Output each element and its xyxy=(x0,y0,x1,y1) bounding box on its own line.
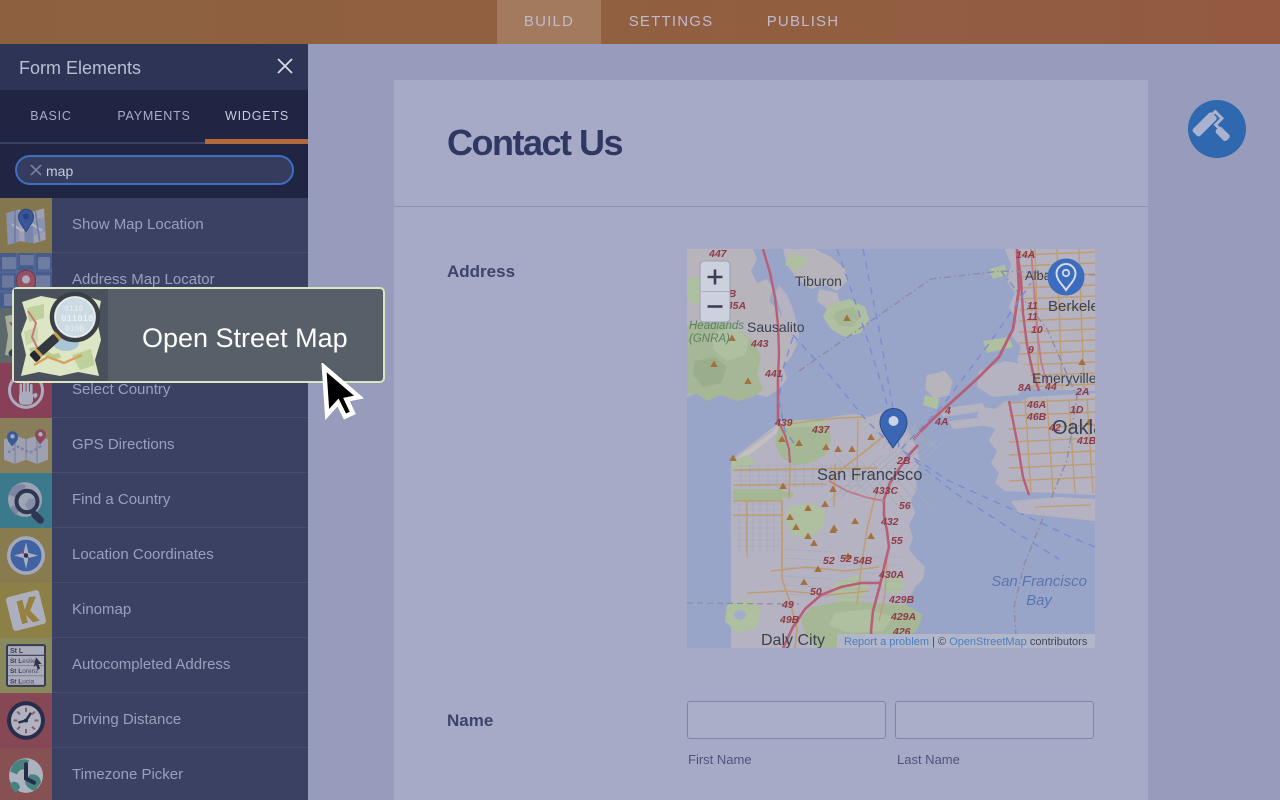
svg-text:443: 443 xyxy=(750,338,769,350)
svg-text:55: 55 xyxy=(891,535,903,547)
svg-text:52: 52 xyxy=(840,553,852,565)
svg-text:429A: 429A xyxy=(890,611,916,623)
svg-text:50: 50 xyxy=(810,586,822,598)
svg-text:8A: 8A xyxy=(1018,382,1031,394)
svg-text:46B: 46B xyxy=(1026,411,1047,423)
svg-text:Daly City: Daly City xyxy=(761,632,825,648)
svg-text:2A: 2A xyxy=(1075,386,1089,398)
svg-text:14A: 14A xyxy=(1016,249,1035,261)
svg-text:Tiburon: Tiburon xyxy=(795,273,842,289)
svg-text:1D: 1D xyxy=(1070,404,1084,416)
svg-text:430A: 430A xyxy=(878,569,904,581)
svg-text:433C: 433C xyxy=(872,485,899,497)
svg-text:437: 437 xyxy=(811,424,831,436)
svg-text:Report a problem | © OpenStree: Report a problem | © OpenStreetMap contr… xyxy=(844,636,1088,648)
svg-text:St Leslie: St Leslie xyxy=(10,658,36,665)
svg-text:49B: 49B xyxy=(779,614,800,626)
svg-text:(GNRA): (GNRA) xyxy=(689,333,730,345)
svg-text:49: 49 xyxy=(781,599,794,611)
svg-text:447: 447 xyxy=(708,249,728,260)
svg-text:Berkele: Berkele xyxy=(1048,298,1095,315)
svg-text:0110: 0110 xyxy=(64,305,83,314)
svg-text:St Lucia: St Lucia xyxy=(10,678,35,685)
svg-text:St L: St L xyxy=(10,648,24,655)
svg-text:10: 10 xyxy=(1031,324,1043,336)
svg-text:0100: 0100 xyxy=(65,325,84,334)
svg-text:44: 44 xyxy=(1044,381,1057,393)
svg-text:46A: 46A xyxy=(1026,399,1046,411)
svg-text:42: 42 xyxy=(1048,422,1061,434)
svg-text:Bay: Bay xyxy=(1026,592,1053,609)
svg-text:56: 56 xyxy=(899,500,911,512)
svg-text:Emeryville: Emeryville xyxy=(1032,370,1095,386)
svg-text:2B: 2B xyxy=(896,455,911,467)
svg-text:San Francisco: San Francisco xyxy=(991,573,1087,590)
svg-text:432: 432 xyxy=(880,516,899,528)
svg-text:Sausalito: Sausalito xyxy=(747,319,805,335)
svg-text:441: 441 xyxy=(764,368,783,380)
svg-text:439: 439 xyxy=(774,417,793,429)
svg-text:4A: 4A xyxy=(934,416,948,428)
svg-text:San Francisco: San Francisco xyxy=(817,466,922,484)
svg-text:St Lorenz: St Lorenz xyxy=(10,668,39,675)
svg-text:54B: 54B xyxy=(853,555,873,567)
svg-text:9: 9 xyxy=(1028,344,1034,356)
svg-text:11: 11 xyxy=(1027,311,1038,323)
svg-text:429B: 429B xyxy=(888,594,915,606)
svg-text:011010: 011010 xyxy=(61,314,93,324)
svg-text:52: 52 xyxy=(823,555,835,567)
svg-text:41B: 41B xyxy=(1076,435,1095,447)
